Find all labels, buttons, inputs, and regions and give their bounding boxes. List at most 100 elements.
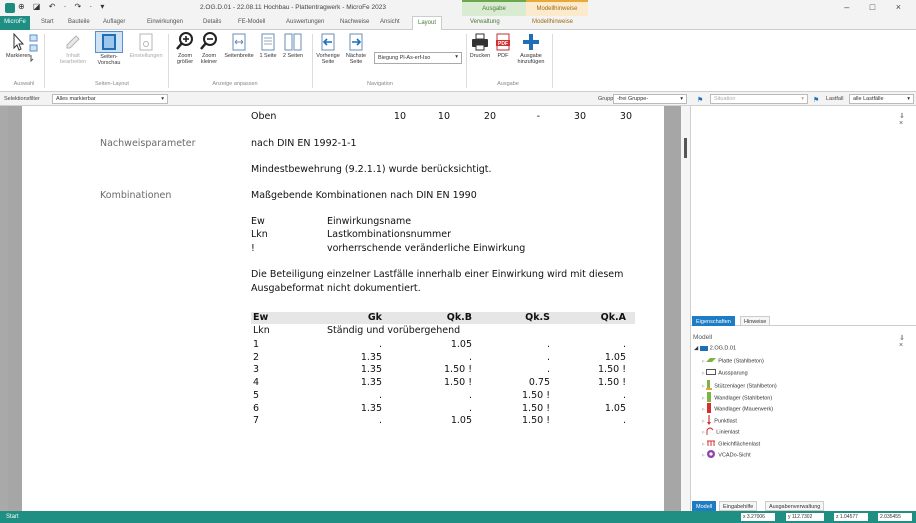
area-load-icon xyxy=(706,438,716,450)
markieren-label: Markieren xyxy=(6,53,31,59)
eine-seite-button[interactable]: 1 Seite xyxy=(257,33,279,59)
tab-eingabehilfe[interactable]: Eingabehilfe xyxy=(719,501,758,511)
seiten-label-2: Vorschau xyxy=(97,60,121,66)
zoom-kleiner-button[interactable]: Zoom kleiner xyxy=(198,32,220,65)
table-cell: . xyxy=(546,364,550,376)
tab-modellhinweise[interactable]: Modellhinweise xyxy=(532,19,573,25)
group-label-seiten-layout: Seiten-Layout xyxy=(95,81,129,87)
zwei-seiten-button[interactable]: 2 Seiten xyxy=(280,33,306,59)
edit-content-icon xyxy=(66,35,80,49)
situation-icon[interactable]: ⚑ xyxy=(697,96,703,104)
modell-pin-close[interactable]: ⇓ × xyxy=(899,334,916,349)
zoom-out-icon xyxy=(200,32,217,50)
tab-einwirkungen[interactable]: Einwirkungen xyxy=(147,19,183,25)
tree-item-label: Stützenlager (Stahlbeton) xyxy=(714,383,777,390)
column-support-icon xyxy=(706,380,713,392)
tab-fe-modell[interactable]: FE-Modell xyxy=(238,19,265,25)
seiten-vorschau-button[interactable]: Seiten- Vorschau xyxy=(92,31,126,66)
chevron-down-icon: ▾ xyxy=(161,96,164,102)
table-cell: 1.05 xyxy=(604,351,626,363)
zoom-groesser-label-2: größer xyxy=(176,59,194,65)
collapse-arrow-icon[interactable]: ◢ xyxy=(694,345,698,351)
tree-item[interactable]: ▹ Gleichflächenlast xyxy=(702,438,760,450)
context-tab-modellhinweise-label: Modellhinweise xyxy=(536,6,578,12)
table-cell: 1.50 ! xyxy=(444,364,472,376)
tab-start[interactable]: Start xyxy=(41,19,54,25)
lastfall-dropdown[interactable]: alle Lastfälle ▾ xyxy=(849,94,914,104)
pane-pin-close[interactable]: ⇓ × xyxy=(899,112,916,127)
zwei-seiten-label: 2 Seiten xyxy=(282,53,304,59)
nachweis-norm: nach DIN EN 1992-1-1 xyxy=(251,138,357,149)
table-cell: 1.35 xyxy=(360,364,382,376)
tree-item[interactable]: ▹ Wandlager (Stahlbeton) xyxy=(702,391,773,404)
pdf-button[interactable]: PDF PDF xyxy=(494,33,512,59)
legend-desc-lkn: Lastkombinationsnummer xyxy=(327,229,451,240)
chevron-down-icon: ▾ xyxy=(680,96,683,102)
table-cell: . xyxy=(378,389,382,401)
table-cell: 1.50 ! xyxy=(598,364,626,376)
table-row-lkn: 6 xyxy=(253,402,260,414)
tree-item[interactable]: ▹ Linienlast xyxy=(702,426,740,438)
naechste-seite-button[interactable]: Nächste Seite xyxy=(342,33,370,65)
tab-layout[interactable]: Layout xyxy=(412,16,443,31)
scrollbar-thumb[interactable] xyxy=(684,138,687,158)
vorherige-seite-button[interactable]: Vorherige Seite xyxy=(314,33,342,65)
tree-item[interactable]: ▹ Aussparung xyxy=(702,368,748,377)
gruppe-dropdown[interactable]: -frei Gruppe- ▾ xyxy=(613,94,687,104)
tree-item[interactable]: ▹ VCADo-Sicht xyxy=(702,449,751,461)
coord-z: z 1.04577 xyxy=(834,513,868,521)
left-gutter xyxy=(0,106,8,511)
window-buttons[interactable]: – □ × xyxy=(844,2,910,12)
opening-icon xyxy=(706,368,717,377)
masonry-wall-icon xyxy=(706,403,712,415)
folder-icon xyxy=(699,346,708,351)
ribbon-tabs: MicroFe Start Bauteile Auflager Einwirku… xyxy=(0,16,916,43)
table-row-lkn: 2 xyxy=(253,351,260,363)
inhalt-bearbeiten-button[interactable]: Inhalt bearbeiten xyxy=(58,33,88,65)
tab-eigenschaften[interactable]: Eigenschaften xyxy=(692,316,735,326)
table-cell: 0.75 xyxy=(528,377,550,389)
table-cell: . xyxy=(378,339,382,350)
app-icon[interactable] xyxy=(5,3,15,13)
tab-nachweise[interactable]: Nachweise xyxy=(340,19,369,25)
tree-root[interactable]: ◢ 2.OG.D.01 xyxy=(694,345,736,351)
seitenbreite-button[interactable]: Seitenbreite xyxy=(222,33,256,59)
tab-details[interactable]: Details xyxy=(203,19,221,25)
vertical-scrollbar[interactable] xyxy=(681,106,690,511)
zoom-groesser-button[interactable]: Zoom größer xyxy=(174,32,196,65)
tree-item[interactable]: ▹ Punktlast xyxy=(702,414,737,427)
lastfall-icon[interactable]: ⚑ xyxy=(813,96,819,104)
einstellungen-button[interactable]: Einstellungen xyxy=(128,33,164,59)
quick-access-toolbar[interactable]: ⊕ ◪ ↶ · ↷ · ▾ xyxy=(18,2,107,11)
table-cell: 1.35 xyxy=(360,351,382,363)
markieren-button[interactable]: Markieren xyxy=(6,33,30,59)
tab-hinweise[interactable]: Hinweise xyxy=(740,316,771,326)
tree-item-label: Wandlager (Stahlbeton) xyxy=(714,394,773,401)
group-separator xyxy=(466,34,467,88)
tab-verwaltung[interactable]: Verwaltung xyxy=(470,19,500,25)
tab-modell[interactable]: Modell xyxy=(692,501,717,511)
ausgabe-hinzufuegen-button[interactable]: Ausgabe hinzufügen xyxy=(514,33,548,65)
previous-page-icon xyxy=(321,33,335,51)
table-header-qka: Qk.A xyxy=(600,312,626,323)
drucken-button[interactable]: Drucken xyxy=(468,33,492,59)
selektionsfilter-dropdown[interactable]: Alles markierbar ▾ xyxy=(52,94,168,104)
tab-file[interactable]: MicroFe xyxy=(0,16,30,30)
table-cell: 1.50 ! xyxy=(444,377,472,389)
output-select-combo[interactable]: Biegung Pl-As-erf-Iso ▾ xyxy=(374,52,462,64)
tab-ausgabenverwaltung[interactable]: Ausgabenverwaltung xyxy=(765,501,825,511)
tree-root-label: 2.OG.D.01 xyxy=(709,345,737,352)
legend-key-lkn: Lkn xyxy=(251,229,268,240)
tree-item[interactable]: ▹ Stützenlager (Stahlbeton) xyxy=(702,380,777,392)
table-row-lkn: 1 xyxy=(253,339,260,350)
tree-item[interactable]: ▹ Wandlager (Mauerwerk) xyxy=(702,403,773,415)
tab-bauteile[interactable]: Bauteile xyxy=(68,19,90,25)
situation-dropdown[interactable]: Situation ▾ xyxy=(710,94,808,104)
combo-value: Biegung Pl-As-erf-Iso xyxy=(378,55,431,61)
tree-item-label: Aussparung xyxy=(718,369,748,376)
select-options-icon[interactable] xyxy=(28,34,38,64)
tab-ansicht[interactable]: Ansicht xyxy=(380,19,400,25)
tab-auflager[interactable]: Auflager xyxy=(103,19,125,25)
tab-auswertungen[interactable]: Auswertungen xyxy=(286,19,324,25)
tree-item[interactable]: ▹ Platte (Stahlbeton) xyxy=(702,357,764,365)
